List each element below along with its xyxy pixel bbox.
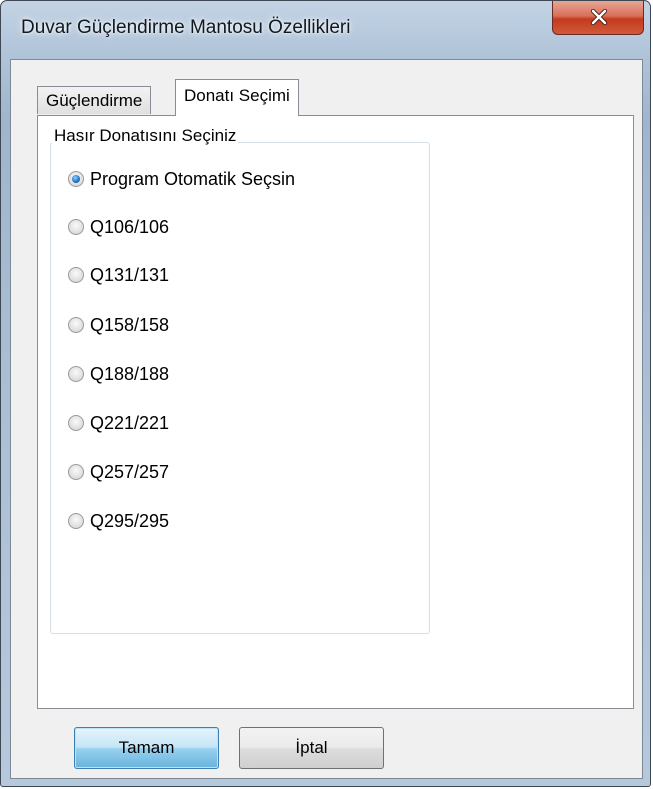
radio-option-q295[interactable]: Q295/295 bbox=[68, 508, 169, 534]
ok-button[interactable]: Tamam bbox=[74, 727, 219, 769]
radio-option-q221[interactable]: Q221/221 bbox=[68, 410, 169, 436]
radio-label: Q221/221 bbox=[90, 412, 170, 433]
radio-label: Program Otomatik Seçsin bbox=[90, 168, 296, 189]
radio-unchecked-icon[interactable] bbox=[68, 366, 84, 382]
dialog-window: Duvar Güçlendirme Mantosu Özellikleri Gü… bbox=[0, 0, 651, 787]
radio-label: Q158/158 bbox=[90, 314, 170, 335]
radio-label: Q188/188 bbox=[90, 363, 170, 384]
dialog-client-area: Güçlendirme Donatı Seçimi Hasır Donatısı… bbox=[10, 59, 643, 779]
radio-unchecked-icon[interactable] bbox=[68, 513, 84, 529]
tab-guclendirme[interactable]: Güçlendirme bbox=[37, 86, 152, 114]
window-title: Duvar Güçlendirme Mantosu Özellikleri bbox=[21, 17, 351, 38]
radio-unchecked-icon[interactable] bbox=[68, 317, 84, 333]
radio-option-q188[interactable]: Q188/188 bbox=[68, 361, 169, 387]
radio-unchecked-icon[interactable] bbox=[68, 415, 84, 431]
close-button[interactable] bbox=[552, 1, 644, 35]
radio-unchecked-icon[interactable] bbox=[68, 464, 84, 480]
radio-label: Q131/131 bbox=[90, 264, 170, 285]
radio-checked-icon[interactable] bbox=[68, 171, 84, 187]
radio-unchecked-icon[interactable] bbox=[68, 219, 84, 235]
radio-option-auto[interactable]: Program Otomatik Seçsin bbox=[68, 166, 295, 192]
tab-panel-donati-secimi: Hasır Donatısını Seçiniz Program Otomati… bbox=[37, 115, 634, 709]
close-icon bbox=[590, 9, 608, 25]
radio-label: Q295/295 bbox=[90, 510, 170, 531]
radio-label: Q106/106 bbox=[90, 216, 170, 237]
title-bar[interactable]: Duvar Güçlendirme Mantosu Özellikleri bbox=[1, 1, 650, 59]
radio-option-q131[interactable]: Q131/131 bbox=[68, 262, 169, 288]
radio-label: Q257/257 bbox=[90, 461, 170, 482]
radio-unchecked-icon[interactable] bbox=[68, 267, 84, 283]
tab-donati-secimi[interactable]: Donatı Seçimi bbox=[175, 79, 299, 116]
radio-option-q158[interactable]: Q158/158 bbox=[68, 312, 169, 338]
radio-option-q257[interactable]: Q257/257 bbox=[68, 459, 169, 485]
radio-option-q106[interactable]: Q106/106 bbox=[68, 214, 169, 240]
groupbox-title: Hasır Donatısını Seçiniz bbox=[52, 126, 239, 146]
cancel-button[interactable]: İptal bbox=[239, 727, 384, 769]
